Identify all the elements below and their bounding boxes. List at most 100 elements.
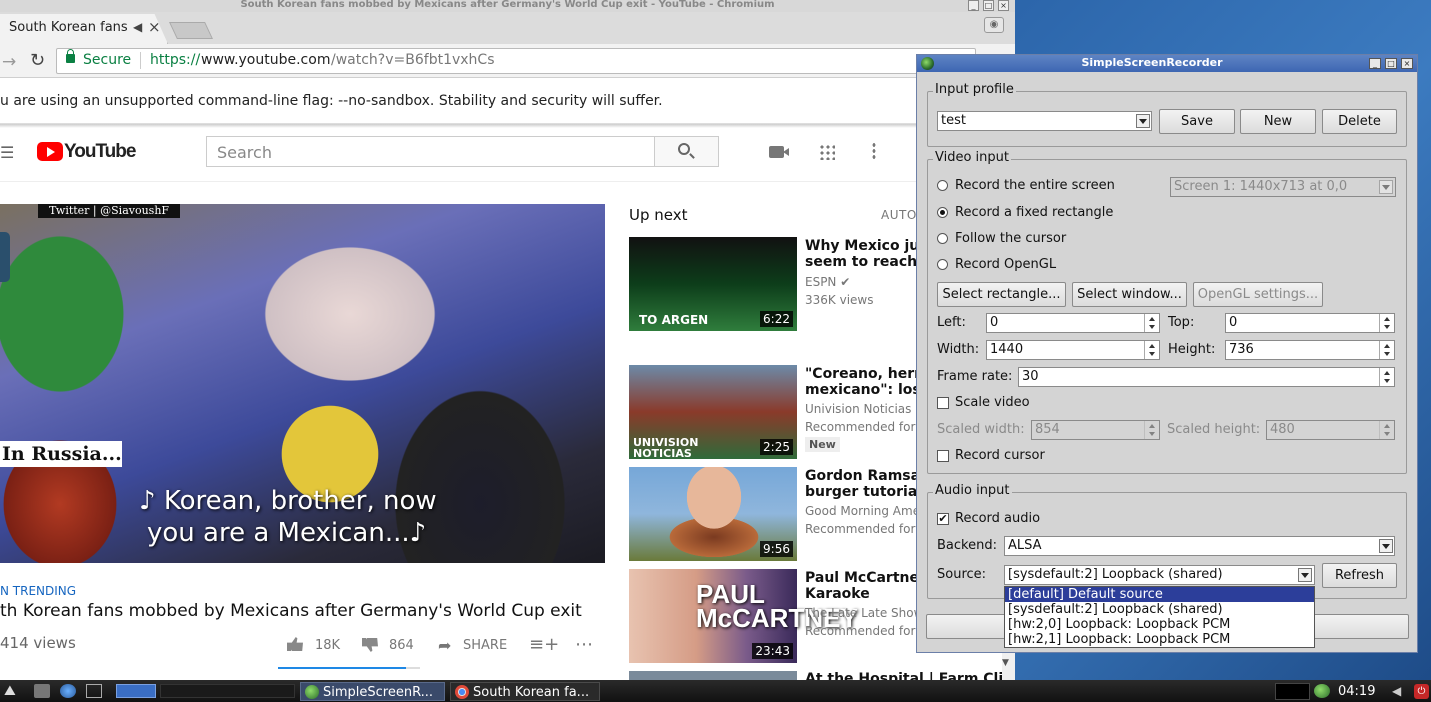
related-thumbnail-3[interactable]: 9:56 bbox=[629, 467, 797, 561]
ssr-tray-icon[interactable] bbox=[1314, 684, 1330, 698]
backend-combobox[interactable]: ALSA bbox=[1004, 536, 1395, 556]
refresh-button[interactable]: Refresh bbox=[1322, 563, 1397, 588]
scaled-width-label: Scaled width: bbox=[937, 422, 1025, 437]
maximize-icon[interactable]: □ bbox=[983, 0, 994, 11]
chevron-down-icon[interactable] bbox=[1379, 180, 1393, 194]
record-entire-screen-label[interactable]: Record the entire screen bbox=[955, 178, 1115, 193]
minimize-icon[interactable]: _ bbox=[968, 0, 979, 11]
volume-icon[interactable]: ◀︎ bbox=[1392, 684, 1408, 698]
more-actions-icon[interactable]: ⋯ bbox=[575, 634, 593, 655]
record-opengl-radio[interactable] bbox=[937, 259, 948, 270]
screen-select[interactable]: Screen 1: 1440x713 at 0,0 bbox=[1170, 177, 1396, 197]
close-icon[interactable]: × bbox=[998, 0, 1009, 11]
source-combobox[interactable]: [sysdefault:2] Loopback (shared) bbox=[1004, 565, 1315, 585]
workspace-2[interactable] bbox=[160, 684, 295, 698]
frame-rate-spin-arrows[interactable] bbox=[1379, 368, 1394, 386]
scroll-down-icon[interactable]: ▼ bbox=[1002, 658, 1009, 668]
taskbar-clock[interactable]: 04:19 bbox=[1338, 684, 1375, 699]
width-spin-arrows[interactable] bbox=[1144, 341, 1159, 359]
player-side-handle[interactable] bbox=[0, 232, 10, 282]
ssr-maximize-icon[interactable]: □ bbox=[1385, 58, 1397, 69]
record-opengl-label[interactable]: Record OpenGL bbox=[955, 257, 1056, 272]
left-spinbox[interactable]: 0 bbox=[986, 313, 1160, 333]
start-menu-icon[interactable]: ⛰ bbox=[4, 684, 20, 698]
save-profile-button[interactable]: Save bbox=[1159, 109, 1235, 134]
related-thumbnail-5[interactable] bbox=[629, 671, 797, 680]
power-icon[interactable]: ⏻ bbox=[1414, 684, 1429, 699]
share-icon[interactable]: ➦ bbox=[438, 636, 451, 655]
scaled-width-spin-arrows[interactable] bbox=[1144, 421, 1159, 439]
record-audio-label[interactable]: Record audio bbox=[955, 511, 1040, 526]
url-scheme: https:// bbox=[150, 52, 201, 68]
record-entire-screen-radio[interactable] bbox=[937, 180, 948, 191]
chevron-down-icon[interactable] bbox=[1379, 539, 1393, 553]
follow-cursor-radio[interactable] bbox=[937, 233, 948, 244]
scaled-height-spinbox[interactable]: 480 bbox=[1266, 420, 1395, 440]
record-cursor-label[interactable]: Record cursor bbox=[955, 448, 1045, 463]
add-to-playlist-icon[interactable]: ≡+ bbox=[529, 634, 559, 655]
source-option-sysdefault[interactable]: [sysdefault:2] Loopback (shared) bbox=[1005, 602, 1314, 617]
record-fixed-rect-label[interactable]: Record a fixed rectangle bbox=[955, 205, 1113, 220]
desktop-icon[interactable] bbox=[86, 684, 102, 698]
like-count[interactable]: 18K bbox=[315, 638, 340, 653]
source-option-hw21[interactable]: [hw:2,1] Loopback: Loopback PCM bbox=[1005, 632, 1314, 647]
file-manager-icon[interactable] bbox=[34, 684, 50, 698]
opengl-settings-button[interactable]: OpenGL settings... bbox=[1193, 282, 1323, 307]
source-option-default[interactable]: [default] Default source bbox=[1005, 587, 1314, 602]
taskbar-task-ssr[interactable]: SimpleScreenR... bbox=[300, 682, 445, 701]
trending-link[interactable]: N TRENDING bbox=[0, 584, 76, 598]
upload-video-icon[interactable] bbox=[769, 146, 789, 158]
share-button[interactable]: SHARE bbox=[463, 638, 507, 653]
youtube-logo-icon[interactable] bbox=[37, 142, 63, 161]
select-rectangle-button[interactable]: Select rectangle... bbox=[937, 282, 1066, 307]
hamburger-menu-icon[interactable]: ☰ bbox=[0, 143, 14, 162]
record-fixed-rect-radio[interactable] bbox=[937, 207, 948, 218]
follow-cursor-label[interactable]: Follow the cursor bbox=[955, 231, 1066, 246]
workspace-1[interactable] bbox=[116, 684, 156, 698]
profile-icon[interactable]: ◉ bbox=[984, 17, 1004, 33]
left-label: Left: bbox=[937, 315, 966, 330]
height-spinbox[interactable]: 736 bbox=[1225, 340, 1395, 360]
ssr-close-icon[interactable]: × bbox=[1401, 58, 1413, 69]
scaled-height-spin-arrows[interactable] bbox=[1379, 421, 1394, 439]
select-window-button[interactable]: Select window... bbox=[1072, 282, 1187, 307]
new-profile-button[interactable]: New bbox=[1240, 109, 1316, 134]
related-thumbnail-1[interactable]: TO ARGEN 6:22 bbox=[629, 237, 797, 331]
record-cursor-checkbox[interactable] bbox=[937, 450, 949, 462]
record-audio-checkbox[interactable]: ✔ bbox=[937, 513, 949, 525]
top-spin-arrows[interactable] bbox=[1379, 314, 1394, 332]
scaled-height-label: Scaled height: bbox=[1167, 422, 1261, 437]
forward-icon[interactable]: → bbox=[2, 52, 16, 72]
delete-profile-button[interactable]: Delete bbox=[1322, 109, 1397, 134]
top-spinbox[interactable]: 0 bbox=[1225, 313, 1395, 333]
ssr-minimize-icon[interactable]: _ bbox=[1369, 58, 1381, 69]
youtube-logo-text[interactable]: YouTube bbox=[64, 141, 136, 163]
search-input[interactable] bbox=[206, 136, 655, 167]
dislike-count[interactable]: 864 bbox=[389, 638, 414, 653]
related-channel-2: Univision Noticias bbox=[805, 402, 912, 416]
height-spin-arrows[interactable] bbox=[1379, 341, 1394, 359]
profile-combobox[interactable]: test bbox=[937, 111, 1152, 131]
window-titlebar: South Korean fans mobbed by Mexicans aft… bbox=[0, 0, 1015, 12]
chevron-down-icon[interactable] bbox=[1136, 114, 1150, 128]
scale-video-checkbox[interactable] bbox=[937, 397, 949, 409]
speaker-icon[interactable]: ◀︎ bbox=[133, 20, 142, 34]
browser-launcher-icon[interactable] bbox=[60, 684, 76, 698]
taskbar-task-chrome[interactable]: South Korean fa... bbox=[450, 682, 600, 701]
new-tab-button[interactable] bbox=[169, 22, 213, 39]
related-thumbnail-2[interactable]: UNIVISION NOTICIAS 2:25 bbox=[629, 365, 797, 459]
more-vertical-icon[interactable] bbox=[872, 142, 876, 160]
source-option-hw20[interactable]: [hw:2,0] Loopback: Loopback PCM bbox=[1005, 617, 1314, 632]
apps-grid-icon[interactable] bbox=[819, 144, 835, 160]
related-views-2: Recommended for bbox=[805, 420, 916, 434]
tab-close-icon[interactable]: × bbox=[148, 18, 161, 36]
scaled-width-spinbox[interactable]: 854 bbox=[1031, 420, 1160, 440]
autoplay-label[interactable]: AUTO bbox=[881, 208, 917, 222]
left-spin-arrows[interactable] bbox=[1144, 314, 1159, 332]
width-spinbox[interactable]: 1440 bbox=[986, 340, 1160, 360]
chevron-down-icon[interactable] bbox=[1298, 568, 1312, 582]
frame-rate-spinbox[interactable]: 30 bbox=[1018, 367, 1395, 387]
reload-icon[interactable]: ↻ bbox=[30, 50, 45, 71]
tab-title: South Korean fans bbox=[9, 20, 128, 35]
scale-video-label[interactable]: Scale video bbox=[955, 395, 1030, 410]
